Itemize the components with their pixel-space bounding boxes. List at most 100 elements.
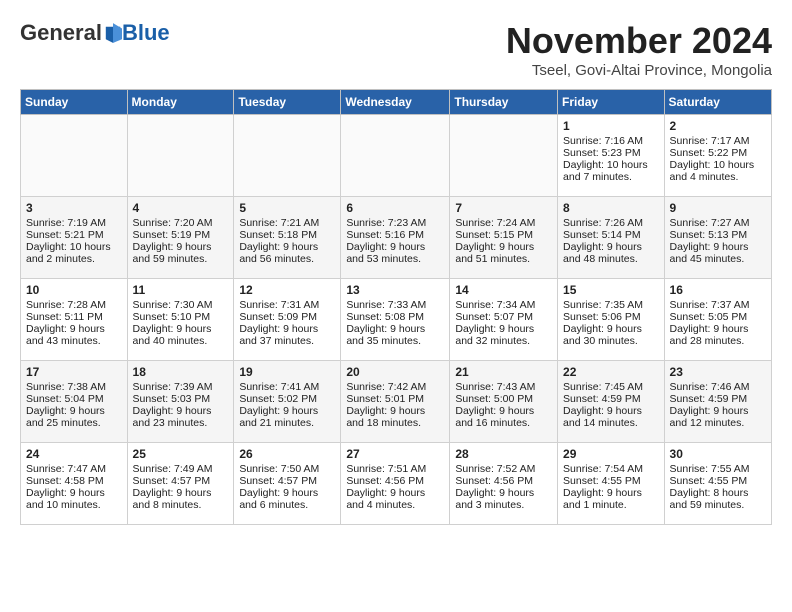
calendar-week-4: 17Sunrise: 7:38 AMSunset: 5:04 PMDayligh… — [21, 361, 772, 443]
day-info: Sunset: 4:57 PM — [133, 475, 229, 487]
day-info: Sunrise: 7:21 AM — [239, 217, 335, 229]
day-info: Daylight: 9 hours and 10 minutes. — [26, 487, 122, 511]
day-info: Daylight: 9 hours and 30 minutes. — [563, 323, 659, 347]
calendar-week-3: 10Sunrise: 7:28 AMSunset: 5:11 PMDayligh… — [21, 279, 772, 361]
calendar-day-13: 13Sunrise: 7:33 AMSunset: 5:08 PMDayligh… — [341, 279, 450, 361]
day-info: Sunset: 5:05 PM — [670, 311, 766, 323]
day-info: Sunset: 5:00 PM — [455, 393, 552, 405]
day-number: 21 — [455, 365, 552, 379]
calendar-empty-cell — [234, 115, 341, 197]
day-info: Daylight: 9 hours and 53 minutes. — [346, 241, 444, 265]
day-info: Daylight: 9 hours and 6 minutes. — [239, 487, 335, 511]
calendar-day-14: 14Sunrise: 7:34 AMSunset: 5:07 PMDayligh… — [450, 279, 558, 361]
weekday-header-sunday: Sunday — [21, 90, 128, 115]
day-info: Daylight: 9 hours and 14 minutes. — [563, 405, 659, 429]
day-info: Sunrise: 7:30 AM — [133, 299, 229, 311]
day-info: Daylight: 9 hours and 45 minutes. — [670, 241, 766, 265]
calendar-day-25: 25 Sunrise: 7:49 AMSunset: 4:57 PMDayligh… — [127, 443, 234, 525]
day-info: Sunrise: 7:37 AM — [670, 299, 766, 311]
day-info: Sunset: 5:15 PM — [455, 229, 552, 241]
calendar-day-22: 22Sunrise: 7:45 AMSunset: 4:59 PMDayligh… — [558, 361, 665, 443]
day-info: Sunrise: 7:51 AM — [346, 463, 444, 475]
day-info: Sunset: 4:58 PM — [26, 475, 122, 487]
calendar-empty-cell — [341, 115, 450, 197]
calendar-day-24: 24 Sunrise: 7:47 AMSunset: 4:58 PMDayligh… — [21, 443, 128, 525]
calendar-day-6: 6Sunrise: 7:23 AMSunset: 5:16 PMDaylight… — [341, 197, 450, 279]
calendar-day-9: 9Sunrise: 7:27 AMSunset: 5:13 PMDaylight… — [664, 197, 771, 279]
calendar-day-5: 5Sunrise: 7:21 AMSunset: 5:18 PMDaylight… — [234, 197, 341, 279]
weekday-header-tuesday: Tuesday — [234, 90, 341, 115]
day-number: 25 — [133, 447, 229, 461]
calendar-day-20: 20Sunrise: 7:42 AMSunset: 5:01 PMDayligh… — [341, 361, 450, 443]
day-info: Daylight: 9 hours and 3 minutes. — [455, 487, 552, 511]
day-info: Sunset: 4:55 PM — [670, 475, 766, 487]
day-number: 12 — [239, 283, 335, 297]
day-number: 11 — [133, 283, 229, 297]
day-info: Daylight: 9 hours and 8 minutes. — [133, 487, 229, 511]
weekday-header-row: SundayMondayTuesdayWednesdayThursdayFrid… — [21, 90, 772, 115]
day-info: Sunset: 5:11 PM — [26, 311, 122, 323]
calendar-day-19: 19Sunrise: 7:41 AMSunset: 5:02 PMDayligh… — [234, 361, 341, 443]
calendar-day-30: 30Sunrise: 7:55 AMSunset: 4:55 PMDayligh… — [664, 443, 771, 525]
day-number: 30 — [670, 447, 766, 461]
calendar-empty-cell — [450, 115, 558, 197]
day-number: 24 — [26, 447, 122, 461]
day-number: 13 — [346, 283, 444, 297]
day-info: Sunrise: 7:34 AM — [455, 299, 552, 311]
title-block: November 2024 Tseel, Govi-Altai Province… — [506, 20, 772, 79]
day-number: 14 — [455, 283, 552, 297]
calendar-day-18: 18Sunrise: 7:39 AMSunset: 5:03 PMDayligh… — [127, 361, 234, 443]
day-info: Sunset: 5:09 PM — [239, 311, 335, 323]
day-info: Sunrise: 7:47 AM — [26, 463, 122, 475]
calendar-day-29: 29Sunrise: 7:54 AMSunset: 4:55 PMDayligh… — [558, 443, 665, 525]
day-number: 10 — [26, 283, 122, 297]
calendar-day-7: 7Sunrise: 7:24 AMSunset: 5:15 PMDaylight… — [450, 197, 558, 279]
day-info: Sunset: 5:02 PM — [239, 393, 335, 405]
day-info: Sunrise: 7:23 AM — [346, 217, 444, 229]
calendar-day-21: 21Sunrise: 7:43 AMSunset: 5:00 PMDayligh… — [450, 361, 558, 443]
calendar-empty-cell — [127, 115, 234, 197]
calendar-week-2: 3Sunrise: 7:19 AMSunset: 5:21 PMDaylight… — [21, 197, 772, 279]
calendar-day-26: 26Sunrise: 7:50 AMSunset: 4:57 PMDayligh… — [234, 443, 341, 525]
day-info: Daylight: 9 hours and 43 minutes. — [26, 323, 122, 347]
location-title: Tseel, Govi-Altai Province, Mongolia — [506, 62, 772, 79]
day-number: 4 — [133, 201, 229, 215]
day-info: Daylight: 9 hours and 28 minutes. — [670, 323, 766, 347]
day-info: Daylight: 10 hours and 4 minutes. — [670, 159, 766, 183]
weekday-header-wednesday: Wednesday — [341, 90, 450, 115]
day-info: Daylight: 9 hours and 4 minutes. — [346, 487, 444, 511]
day-number: 8 — [563, 201, 659, 215]
weekday-header-friday: Friday — [558, 90, 665, 115]
day-info: Daylight: 9 hours and 48 minutes. — [563, 241, 659, 265]
day-info: Sunrise: 7:55 AM — [670, 463, 766, 475]
calendar-day-10: 10Sunrise: 7:28 AMSunset: 5:11 PMDayligh… — [21, 279, 128, 361]
calendar-week-5: 24Sunrise: 7:47 AMSunset: 4:58 PMDayligh… — [21, 443, 772, 525]
day-number: 28 — [455, 447, 552, 461]
day-info: Sunset: 5:21 PM — [26, 229, 122, 241]
day-number: 15 — [563, 283, 659, 297]
day-number: 19 — [239, 365, 335, 379]
day-info: Sunset: 5:18 PM — [239, 229, 335, 241]
day-info: Sunset: 5:19 PM — [133, 229, 229, 241]
page-header: General Blue November 2024 Tseel, Govi-A… — [20, 20, 772, 79]
day-info: Sunrise: 7:24 AM — [455, 217, 552, 229]
day-info: Sunset: 4:59 PM — [563, 393, 659, 405]
day-info: Sunset: 5:06 PM — [563, 311, 659, 323]
day-info: Sunrise: 7:26 AM — [563, 217, 659, 229]
calendar-day-2: 2Sunrise: 7:17 AMSunset: 5:22 PMDaylight… — [664, 115, 771, 197]
calendar-day-28: 28Sunrise: 7:52 AMSunset: 4:56 PMDayligh… — [450, 443, 558, 525]
day-info: Daylight: 9 hours and 16 minutes. — [455, 405, 552, 429]
calendar-day-12: 12Sunrise: 7:31 AMSunset: 5:09 PMDayligh… — [234, 279, 341, 361]
day-number: 29 — [563, 447, 659, 461]
day-info: Sunrise: 7:45 AM — [563, 381, 659, 393]
day-number: 7 — [455, 201, 552, 215]
day-info: Sunset: 5:14 PM — [563, 229, 659, 241]
day-number: 16 — [670, 283, 766, 297]
day-info: Sunrise: 7:31 AM — [239, 299, 335, 311]
calendar-day-8: 8 Sunrise: 7:26 AMSunset: 5:14 PMDaylight… — [558, 197, 665, 279]
day-info: Daylight: 10 hours and 2 minutes. — [26, 241, 122, 265]
calendar-table: SundayMondayTuesdayWednesdayThursdayFrid… — [20, 89, 772, 525]
day-info: Sunrise: 7:49 AM — [133, 463, 229, 475]
day-info: Daylight: 9 hours and 40 minutes. — [133, 323, 229, 347]
day-info: Sunset: 5:13 PM — [670, 229, 766, 241]
